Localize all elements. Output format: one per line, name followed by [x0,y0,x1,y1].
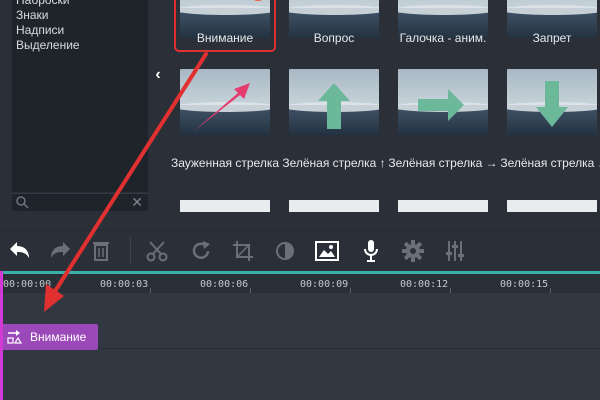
sticker-tile-partial[interactable] [180,200,270,212]
equalizer-icon [446,241,464,261]
color-adjust-button[interactable] [270,236,300,266]
sticker-tile-partial[interactable] [398,200,488,212]
collapse-panel-icon[interactable]: ‹ [151,64,165,86]
green-arrow-right-icon [418,89,464,121]
video-editor-window: { "categories": { "items": ["Наброски", … [0,0,600,400]
sticker-label: Запрет [532,31,572,45]
tick-label: 00:00:06 [200,279,249,290]
category-item-sketches[interactable]: Наброски [16,0,70,8]
equalizer-button[interactable] [440,236,470,266]
delete-button[interactable] [86,236,116,266]
microphone-icon [364,240,378,262]
tick-label: 00:00:00 [3,279,52,290]
sticker-label: Зелёная стрелка → [388,156,498,170]
sticker-label: Зелёная стрелка ↑ [282,156,386,170]
sticker-label: Зауженная стрелка [170,156,280,170]
timeline[interactable]: 00:00:00 00:00:03 00:00:06 00:00:09 00:0… [0,271,600,400]
record-voice-button[interactable] [356,236,386,266]
sticker-thumbnail [507,69,597,135]
sticker-grid: Внимание Вопрос Галочка - аним. Запрет З… [168,0,600,216]
image-icon [315,241,339,261]
category-item-signs[interactable]: Знаки [16,8,49,23]
sticker-thumbnail [289,69,379,135]
sticker-tile-partial[interactable] [289,200,379,212]
playhead[interactable] [0,271,3,400]
redo-icon [51,242,70,258]
category-search-input[interactable]: ✕ [12,193,148,211]
sticker-label: Зелёная стрелка ↓ [500,156,600,170]
cut-button[interactable] [142,236,172,266]
sticker-clip-icon [7,330,23,344]
tick-label: 00:00:15 [500,279,549,290]
tick-label: 00:00:12 [400,279,449,290]
category-panel: Наброски Знаки Надписи Выделение ✕ ‹ [0,0,168,216]
timeline-clip[interactable]: Внимание [2,324,98,350]
crop-button[interactable] [228,236,258,266]
category-item-captions[interactable]: Надписи [16,23,64,38]
tick-label: 00:00:09 [300,279,349,290]
undo-icon [10,242,29,258]
clip-label: Внимание [30,330,87,344]
contrast-icon [276,242,294,260]
sticker-tile-partial[interactable] [507,200,597,212]
editing-toolbar [0,230,600,270]
trash-icon [93,242,109,261]
settings-button[interactable] [398,236,428,266]
redo-button[interactable] [46,236,76,266]
pink-arrow-up-right-icon [194,83,250,131]
green-arrow-down-icon [536,81,568,127]
sticker-thumbnail [180,69,270,135]
sticker-label: Внимание [196,31,254,45]
category-list: Наброски Знаки Надписи Выделение [12,0,148,192]
sticker-label: Вопрос [313,31,355,45]
sticker-label: Галочка - аним. [399,31,487,45]
clear-icon[interactable]: ✕ [131,194,143,211]
undo-button[interactable] [4,236,34,266]
tick-label: 00:00:03 [100,279,149,290]
green-arrow-up-icon [318,83,350,129]
rotate-icon [192,241,210,259]
gear-icon [402,240,424,262]
insert-image-button[interactable] [312,236,342,266]
sticker-track[interactable]: Внимание [0,293,600,400]
toolbar-divider [130,237,131,265]
sticker-thumbnail [398,69,488,135]
scissors-icon [146,241,168,262]
time-ruler[interactable]: 00:00:00 00:00:03 00:00:06 00:00:09 00:0… [0,271,600,293]
rotate-button[interactable] [186,236,216,266]
search-icon [16,196,29,209]
category-item-highlight[interactable]: Выделение [16,38,80,53]
crop-icon [233,241,253,261]
